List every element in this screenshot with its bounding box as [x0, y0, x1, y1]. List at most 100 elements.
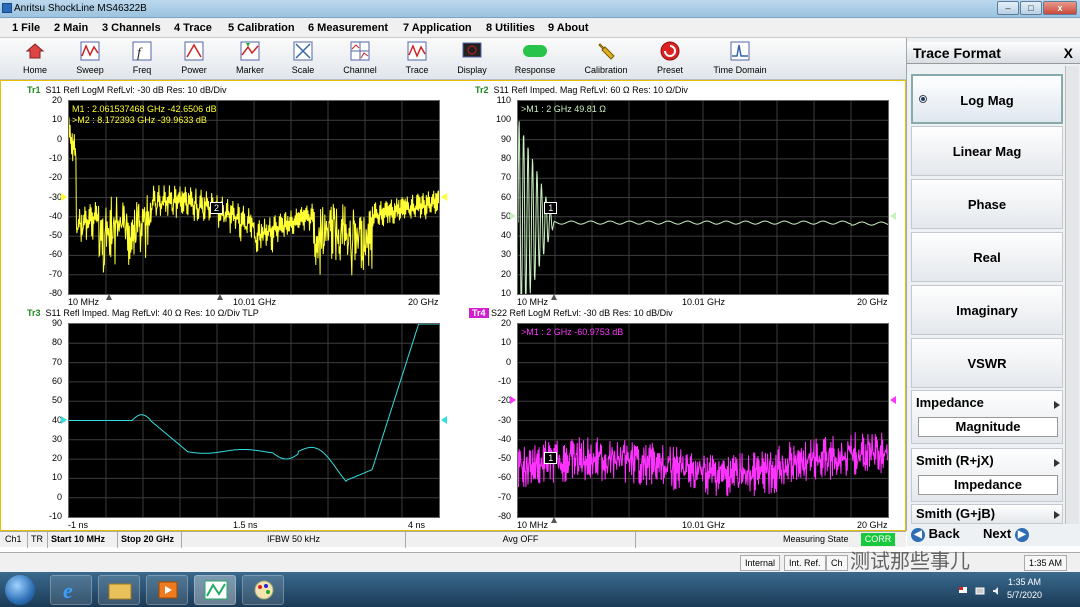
close-window-button[interactable]: x: [1043, 1, 1077, 15]
marker-position-icon[interactable]: [216, 294, 223, 300]
calibration-button[interactable]: Calibration: [580, 38, 632, 78]
flag-icon[interactable]: [958, 586, 968, 596]
start-button[interactable]: [5, 575, 35, 605]
status-stop[interactable]: Stop 20 GHz: [118, 532, 182, 548]
scale-button[interactable]: Scale: [283, 38, 323, 78]
panel-title: Trace Format: [913, 45, 1001, 61]
taskbar-clock[interactable]: 1:35 AM 5/7/2020: [1007, 576, 1042, 602]
menu-measurement[interactable]: 6 Measurement: [308, 22, 388, 34]
panel-header: Trace Format X: [907, 42, 1080, 64]
sweep-button[interactable]: Sweep: [70, 38, 110, 78]
status-tr[interactable]: TR: [28, 532, 48, 548]
trace4-plot[interactable]: [517, 323, 889, 518]
display-button[interactable]: Display: [452, 38, 492, 78]
menu-trace[interactable]: 4 Trace: [174, 22, 212, 34]
marker-position-icon[interactable]: [551, 294, 557, 300]
menu-bar: 1 File 2 Main 3 Channels 4 Trace 5 Calib…: [0, 18, 1080, 38]
trace1-plot[interactable]: [68, 100, 440, 295]
trace1-header[interactable]: Tr1 S11 Refl LogM RefLvl: -30 dB Res: 10…: [27, 85, 226, 95]
format-smith-gjb[interactable]: Smith (G+jB): [911, 504, 1063, 524]
reference-level-left-icon[interactable]: [61, 192, 67, 201]
marker-button[interactable]: Marker: [230, 38, 270, 78]
trace2-plot[interactable]: [517, 100, 889, 295]
format-real[interactable]: Real: [911, 232, 1063, 282]
y-tick-label: 10: [500, 288, 511, 298]
y-tick-label: -30: [497, 414, 511, 425]
menu-calibration[interactable]: 5 Calibration: [228, 22, 295, 34]
y-tick-label: -70: [48, 268, 62, 279]
format-log-mag[interactable]: Log Mag: [911, 74, 1063, 124]
status-channel[interactable]: Ch1: [2, 532, 28, 548]
title-bar: Anritsu ShockLine MS46322B – □ x: [0, 0, 1080, 18]
menu-utilities[interactable]: 8 Utilities: [486, 22, 535, 34]
marker-flag[interactable]: 2: [210, 202, 223, 215]
y-tick-label: -50: [497, 453, 511, 464]
reference-level-right-icon[interactable]: [441, 192, 447, 201]
x-tick-label: 10.01 GHz: [682, 520, 726, 530]
y-tick-label: 0: [505, 356, 511, 367]
y-tick-label: 60: [500, 191, 511, 202]
toolbar: Home Sweep f Freq Power Marker Scale Cha…: [0, 38, 906, 80]
marker-position-icon[interactable]: [105, 294, 112, 300]
reference-level-right-icon[interactable]: [890, 396, 896, 405]
reference-level-left-icon[interactable]: [510, 211, 516, 220]
app-window: Anritsu ShockLine MS46322B – □ x 1 File …: [0, 0, 1080, 607]
home-button[interactable]: Home: [15, 38, 55, 78]
taskbar-explorer[interactable]: [98, 575, 140, 605]
network-icon[interactable]: [975, 586, 985, 596]
y-tick-label: -50: [48, 230, 62, 241]
marker-flag[interactable]: 1: [544, 452, 558, 465]
reference-level-left-icon[interactable]: [510, 396, 516, 405]
status-ifbw[interactable]: IFBW 50 kHz: [182, 532, 406, 548]
reference-level-right-icon[interactable]: [441, 415, 447, 424]
reference-level-left-icon[interactable]: [61, 415, 67, 424]
format-linear-mag[interactable]: Linear Mag: [911, 126, 1063, 176]
taskbar-paint[interactable]: [242, 575, 284, 605]
y-tick-label: 40: [51, 414, 62, 425]
menu-file[interactable]: 1 File: [12, 22, 40, 34]
trace2-header[interactable]: Tr2 S11 Refl Imped. Mag RefLvl: 60 Ω Res…: [475, 85, 688, 95]
taskbar-ie[interactable]: e: [50, 575, 92, 605]
taskbar-shockline[interactable]: [194, 575, 236, 605]
marker-flag[interactable]: 1: [544, 202, 558, 215]
back-button[interactable]: ◀ Back: [911, 526, 960, 542]
y-tick-label: 0: [56, 133, 62, 144]
calibration-icon: [598, 43, 615, 60]
trace3-header[interactable]: Tr3 S11 Refl Imped. Mag RefLvl: 40 Ω Res…: [27, 308, 259, 318]
y-tick-label: 20: [51, 95, 62, 105]
trace4-header[interactable]: Tr4 S22 Refl LogM RefLvl: -30 dB Res: 10…: [469, 308, 673, 318]
status-avg[interactable]: Avg OFF: [406, 532, 636, 548]
format-imaginary[interactable]: Imaginary: [911, 285, 1063, 335]
menu-application[interactable]: 7 Application: [403, 22, 472, 34]
format-vswr[interactable]: VSWR: [911, 338, 1063, 388]
x-tick-label: 10.01 GHz: [233, 297, 277, 307]
y-tick-label: -60: [48, 249, 62, 260]
trace3-plot[interactable]: [68, 323, 440, 518]
maximize-button[interactable]: □: [1020, 1, 1042, 15]
y-tick-label: 50: [500, 210, 511, 221]
format-impedance[interactable]: Impedance Magnitude: [911, 390, 1063, 444]
response-button[interactable]: Response: [510, 38, 560, 78]
freq-button[interactable]: f Freq: [122, 38, 162, 78]
volume-icon[interactable]: [992, 586, 1002, 596]
format-smith-rjx[interactable]: Smith (R+jX) Impedance: [911, 448, 1063, 502]
channel-button[interactable]: Channel: [340, 38, 380, 78]
menu-channels[interactable]: 3 Channels: [102, 22, 161, 34]
minimize-button[interactable]: –: [997, 1, 1019, 15]
menu-about[interactable]: 9 About: [548, 22, 589, 34]
taskbar-media[interactable]: [146, 575, 188, 605]
reference-level-right-icon[interactable]: [890, 211, 896, 220]
status-start[interactable]: Start 10 MHz: [48, 532, 118, 548]
y-tick-label: 50: [51, 395, 62, 406]
next-button[interactable]: Next ▶: [983, 526, 1029, 542]
marker-position-icon[interactable]: [551, 517, 557, 523]
format-phase[interactable]: Phase: [911, 179, 1063, 229]
submenu-arrow-icon: [1054, 459, 1060, 467]
time-domain-button[interactable]: Time Domain: [708, 38, 772, 78]
panel-close-button[interactable]: X: [1064, 45, 1073, 61]
panel-scrollbar[interactable]: [1065, 66, 1079, 528]
power-button[interactable]: Power: [174, 38, 214, 78]
menu-main[interactable]: 2 Main: [54, 22, 88, 34]
trace-button[interactable]: Trace: [397, 38, 437, 78]
preset-button[interactable]: Preset: [650, 38, 690, 78]
